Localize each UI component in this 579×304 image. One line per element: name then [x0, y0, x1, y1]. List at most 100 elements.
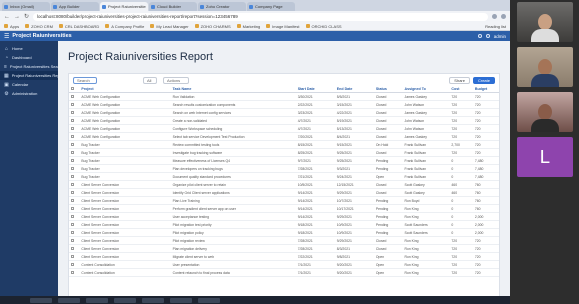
row-checkbox[interactable] [69, 92, 80, 101]
table-row[interactable]: ACME Web Configuration Select tab service… [69, 132, 499, 141]
filter-select[interactable]: All [143, 76, 157, 84]
browser-tab-active[interactable]: Project Raiuniversities [100, 2, 148, 11]
browser-tab[interactable]: Zoho Creator [198, 2, 246, 11]
table-row[interactable]: ACME Web Configuration Run Validation 3/30… [69, 92, 499, 101]
search-input[interactable]: Search [73, 76, 97, 84]
browser-tab[interactable]: Inbox (Gmail) [2, 2, 50, 11]
table-row[interactable]: Content Consolidation User presentation 7/… [69, 260, 499, 269]
sidebar-item-project-raiuniversities-search[interactable]: ≡ Project Raiuniversities Search [0, 62, 63, 71]
extension-icon[interactable] [492, 14, 497, 19]
bookmark-item[interactable]: ZOHO CHARMS [194, 24, 231, 29]
table-row[interactable]: Client Server Conversion Migrate client s… [69, 252, 499, 261]
row-checkbox[interactable] [69, 100, 80, 109]
row-checkbox[interactable] [69, 116, 80, 125]
row-checkbox[interactable] [69, 228, 80, 237]
participant-video[interactable] [516, 92, 573, 132]
sidebar-item-calendar[interactable]: ▣ Calendar [0, 80, 58, 89]
sidebar-item-administration[interactable]: ⚙ Administration [0, 89, 58, 98]
row-checkbox[interactable] [69, 172, 80, 181]
sidebar-item-home[interactable]: ⌂ Home [0, 44, 58, 53]
table-row[interactable]: ACME Web Configuration Search results cus… [69, 100, 499, 109]
reading-list[interactable]: Reading list [485, 24, 506, 29]
bookmark-item[interactable]: A Company Profile [105, 24, 144, 29]
row-checkbox[interactable] [69, 156, 80, 165]
taskbar-app[interactable] [198, 297, 220, 303]
bookmark-item[interactable]: ZOHO CRM [25, 24, 53, 29]
table-row[interactable]: Client Server Conversion Plan Live Traini… [69, 196, 499, 205]
row-checkbox[interactable] [69, 180, 80, 189]
reload-icon[interactable]: ↻ [24, 14, 29, 20]
table-row[interactable]: Client Server Conversion Organize pilot c… [69, 180, 499, 189]
table-row[interactable]: Client Server Conversion Pilot migration … [69, 220, 499, 229]
table-row[interactable]: Bug Tracker Document quality standard pro… [69, 172, 499, 181]
row-checkbox[interactable] [69, 212, 80, 221]
taskbar-app[interactable] [114, 297, 136, 303]
row-checkbox[interactable] [69, 236, 80, 245]
taskbar-app[interactable] [30, 297, 52, 303]
row-checkbox[interactable] [69, 268, 80, 277]
back-icon[interactable]: ← [4, 14, 10, 20]
table-row[interactable]: ACME Web Configuration Create a non-valid… [69, 116, 499, 125]
forward-icon[interactable]: → [14, 14, 20, 20]
table-row[interactable]: ACME Web Configuration Search on web Inte… [69, 108, 499, 117]
row-checkbox[interactable] [69, 148, 80, 157]
row-checkbox[interactable] [69, 252, 80, 261]
table-cell: 720 [449, 124, 473, 133]
browser-tab[interactable]: Cloud Builder [149, 2, 197, 11]
table-row[interactable]: Client Server Conversion Perform gradient… [69, 204, 499, 213]
row-checkbox[interactable] [69, 164, 80, 173]
table-row[interactable]: Client Server Conversion Plan migration d… [69, 244, 499, 253]
participant-avatar[interactable]: L [516, 137, 573, 177]
table-row[interactable]: Client Server Conversion Pilot migration … [69, 236, 499, 245]
bookmark-item[interactable]: Marketing [236, 24, 260, 29]
row-checkbox[interactable] [69, 220, 80, 229]
taskbar-app[interactable] [58, 297, 80, 303]
table-row[interactable]: Bug Tracker Investigate bug tracking soft… [69, 148, 499, 157]
table-row[interactable]: Bug Tracker Measure effectiveness of Lice… [69, 156, 499, 165]
actions-select-value: Actions [167, 77, 181, 83]
table-row[interactable]: Bug Tracker Plan developers on tracking b… [69, 164, 499, 173]
reading-list-label: Reading list [485, 23, 506, 29]
profile-icon[interactable] [501, 14, 506, 19]
bookmark-item[interactable]: Image Manifest [266, 24, 300, 29]
url-field[interactable]: localhost:8080/builder/project-raiuniver… [33, 12, 488, 21]
row-checkbox[interactable] [69, 140, 80, 149]
table-row[interactable]: Client Server Conversion Pilot migration … [69, 228, 499, 237]
browser-tab[interactable]: App Builder [51, 2, 99, 11]
user-menu[interactable]: admin [494, 34, 506, 39]
actions-select[interactable]: Actions [163, 76, 189, 84]
participant-video[interactable] [516, 47, 573, 87]
row-checkbox[interactable] [69, 260, 80, 269]
row-checkbox[interactable] [69, 108, 80, 117]
table-row[interactable]: ACME Web Configuration Configure Workspac… [69, 124, 499, 133]
table-row[interactable]: Bug Tracker Review committed testing tool… [69, 140, 499, 149]
settings-icon[interactable] [477, 34, 482, 38]
bookmark-item[interactable]: Apps [4, 24, 19, 29]
table-row[interactable]: Client Server Conversion Identify Grid Cl… [69, 188, 499, 197]
create-button[interactable]: Create [472, 76, 495, 84]
table-cell: Configure Workspace scheduling [170, 124, 296, 133]
bookmark-item[interactable]: My Lead Manager [150, 24, 189, 29]
sidebar-item-dashboard[interactable]: ◔ Dashboard [0, 53, 58, 62]
share-button[interactable]: Share [449, 76, 470, 84]
taskbar-app[interactable] [170, 297, 192, 303]
taskbar-app[interactable] [142, 297, 164, 303]
row-checkbox[interactable] [69, 196, 80, 205]
hamburger-menu-icon[interactable]: ☰ [4, 33, 9, 40]
help-icon[interactable] [485, 34, 490, 38]
sidebar-item-project-raiuniversities-report[interactable]: ▦ Project Raiuniversities Report [0, 71, 64, 80]
screen: Inbox (Gmail) App Builder Project Raiuni… [0, 0, 579, 304]
row-checkbox[interactable] [69, 188, 80, 197]
row-checkbox[interactable] [69, 132, 80, 141]
table-row[interactable]: Content Consolidation Content relaunch to… [69, 268, 499, 277]
table-row[interactable]: Client Server Conversion User acceptance … [69, 212, 499, 221]
taskbar-app[interactable] [86, 297, 108, 303]
tab-favicon-icon [102, 4, 106, 9]
browser-tab[interactable]: Company Page [247, 2, 295, 11]
bookmark-item[interactable]: ORCHID CLASS [305, 24, 342, 29]
participant-video[interactable] [516, 2, 573, 42]
row-checkbox[interactable] [69, 204, 80, 213]
row-checkbox[interactable] [69, 124, 80, 133]
row-checkbox[interactable] [69, 244, 80, 253]
bookmark-item[interactable]: CRL DASHBOARD [58, 24, 99, 29]
